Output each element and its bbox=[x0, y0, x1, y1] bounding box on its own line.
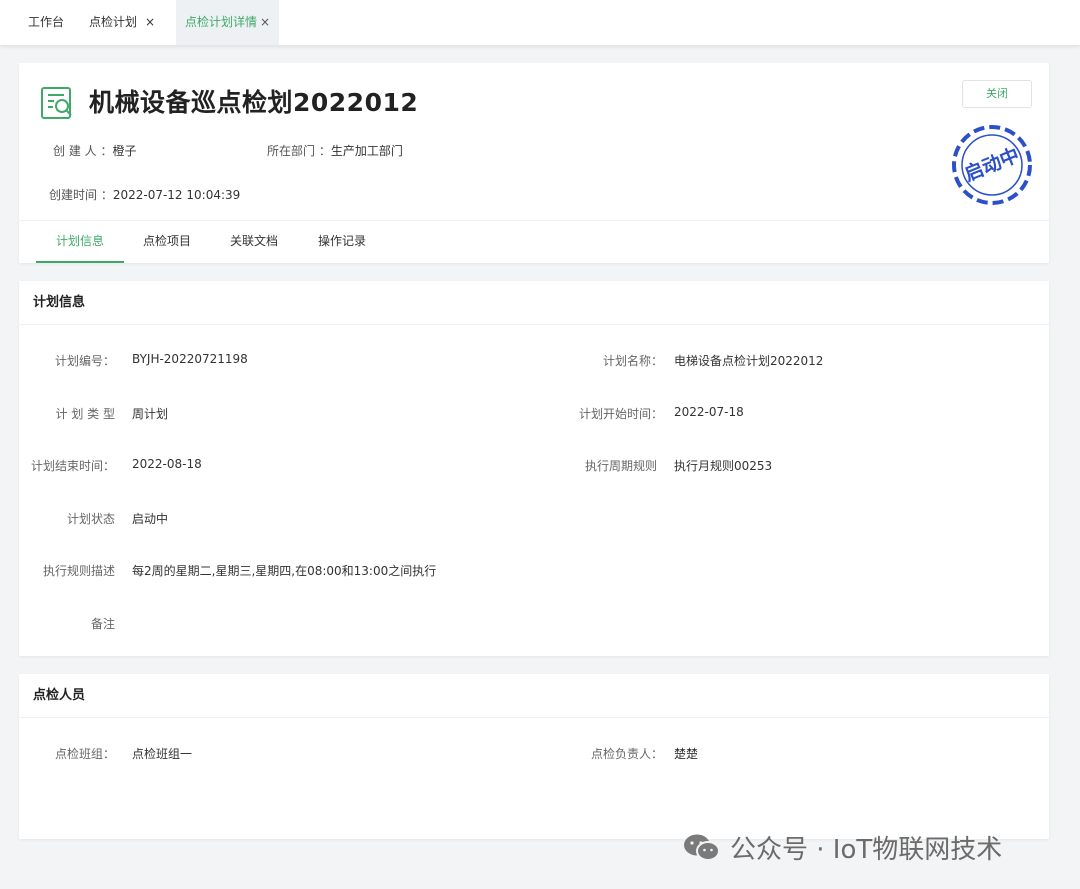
cycle-rule-label: 执行周期规则 bbox=[584, 459, 657, 473]
tab-plan-detail[interactable]: 点检计划详情 × bbox=[176, 0, 280, 45]
department-field: 所在部门 ：生产加工部门 bbox=[267, 142, 403, 159]
close-button[interactable]: 关闭 bbox=[962, 80, 1032, 108]
plan-name-label: 计划名称： bbox=[602, 354, 663, 368]
inspection-staff-card: 点检人员 点检班组： 点检班组一 点检负责人： 楚楚 bbox=[19, 674, 1049, 839]
team-label: 点检班组： bbox=[54, 747, 115, 761]
team-value: 点检班组一 bbox=[132, 747, 193, 761]
plan-start-label: 计划开始时间： bbox=[578, 407, 663, 421]
leader-label: 点检负责人： bbox=[590, 747, 663, 761]
tab-plan-info[interactable]: 计划信息 bbox=[36, 220, 124, 263]
plan-info-card: 计划信息 计划编号： BYJH-20220721198 计划名称： 电梯设备点检… bbox=[19, 281, 1049, 656]
close-icon[interactable]: × bbox=[260, 15, 270, 29]
creator-label: 创 建 人 ： bbox=[53, 144, 113, 158]
plan-status-value: 启动中 bbox=[132, 512, 169, 526]
tab-bar: 工作台 点检计划 × 点检计划详情 × bbox=[0, 0, 1080, 45]
tab-label: 点检计划 bbox=[89, 15, 138, 29]
page-title: 机械设备巡点检划2022012 bbox=[89, 88, 419, 117]
plan-document-icon bbox=[41, 87, 72, 119]
plan-number-label: 计划编号： bbox=[54, 354, 115, 368]
created-time-field: 创建时间 ：2022-07-12 10:04:39 bbox=[49, 186, 240, 203]
status-stamp: 启动中 bbox=[950, 123, 1034, 207]
tab-inspection-plan[interactable]: 点检计划 × bbox=[89, 0, 155, 45]
created-time-value: 2022-07-12 10:04:39 bbox=[112, 188, 241, 202]
plan-type-label: 计 划 类 型 bbox=[55, 407, 115, 421]
tab-label: 工作台 bbox=[28, 15, 65, 29]
watermark: 公众号 · IoT物联网技术 bbox=[682, 829, 1002, 865]
created-time-label: 创建时间 ： bbox=[49, 188, 113, 202]
department-label: 所在部门 ： bbox=[267, 144, 331, 158]
plan-status-label: 计划状态 bbox=[66, 512, 115, 526]
plan-name-value: 电梯设备点检计划2022012 bbox=[674, 354, 824, 368]
tab-related-docs[interactable]: 关联文档 bbox=[230, 220, 278, 263]
plan-end-value: 2022-08-18 bbox=[132, 457, 202, 471]
plan-start-value: 2022-07-18 bbox=[674, 405, 744, 419]
creator-field: 创 建 人 ：橙子 bbox=[53, 142, 136, 159]
tab-workbench[interactable]: 工作台 bbox=[28, 0, 64, 45]
department-value: 生产加工部门 bbox=[330, 144, 403, 158]
plan-number-value: BYJH-20220721198 bbox=[132, 352, 248, 366]
wechat-icon bbox=[684, 834, 720, 861]
section-title: 点检人员 bbox=[33, 688, 86, 703]
tab-label: 点检计划详情 bbox=[185, 15, 258, 29]
plan-type-value: 周计划 bbox=[132, 407, 169, 421]
watermark-text: 公众号 · IoT物联网技术 bbox=[730, 834, 1003, 865]
remark-label: 备注 bbox=[90, 617, 115, 631]
plan-header-card: 机械设备巡点检划2022012 创 建 人 ：橙子 所在部门 ：生产加工部门 创… bbox=[19, 63, 1049, 263]
cycle-rule-value: 执行月规则00253 bbox=[674, 459, 773, 473]
divider bbox=[19, 717, 1049, 718]
tab-operation-log[interactable]: 操作记录 bbox=[318, 220, 366, 263]
rule-description-label: 执行规则描述 bbox=[42, 564, 115, 578]
plan-end-label: 计划结束时间： bbox=[30, 459, 115, 473]
divider bbox=[19, 324, 1049, 325]
rule-description-value: 每2周的星期二,星期三,星期四,在08:00和13:00之间执行 bbox=[132, 564, 437, 578]
leader-value: 楚楚 bbox=[674, 747, 699, 761]
section-title: 计划信息 bbox=[33, 295, 86, 310]
close-icon[interactable]: × bbox=[145, 15, 155, 29]
tab-inspection-items[interactable]: 点检项目 bbox=[143, 220, 191, 263]
creator-value: 橙子 bbox=[112, 144, 137, 158]
